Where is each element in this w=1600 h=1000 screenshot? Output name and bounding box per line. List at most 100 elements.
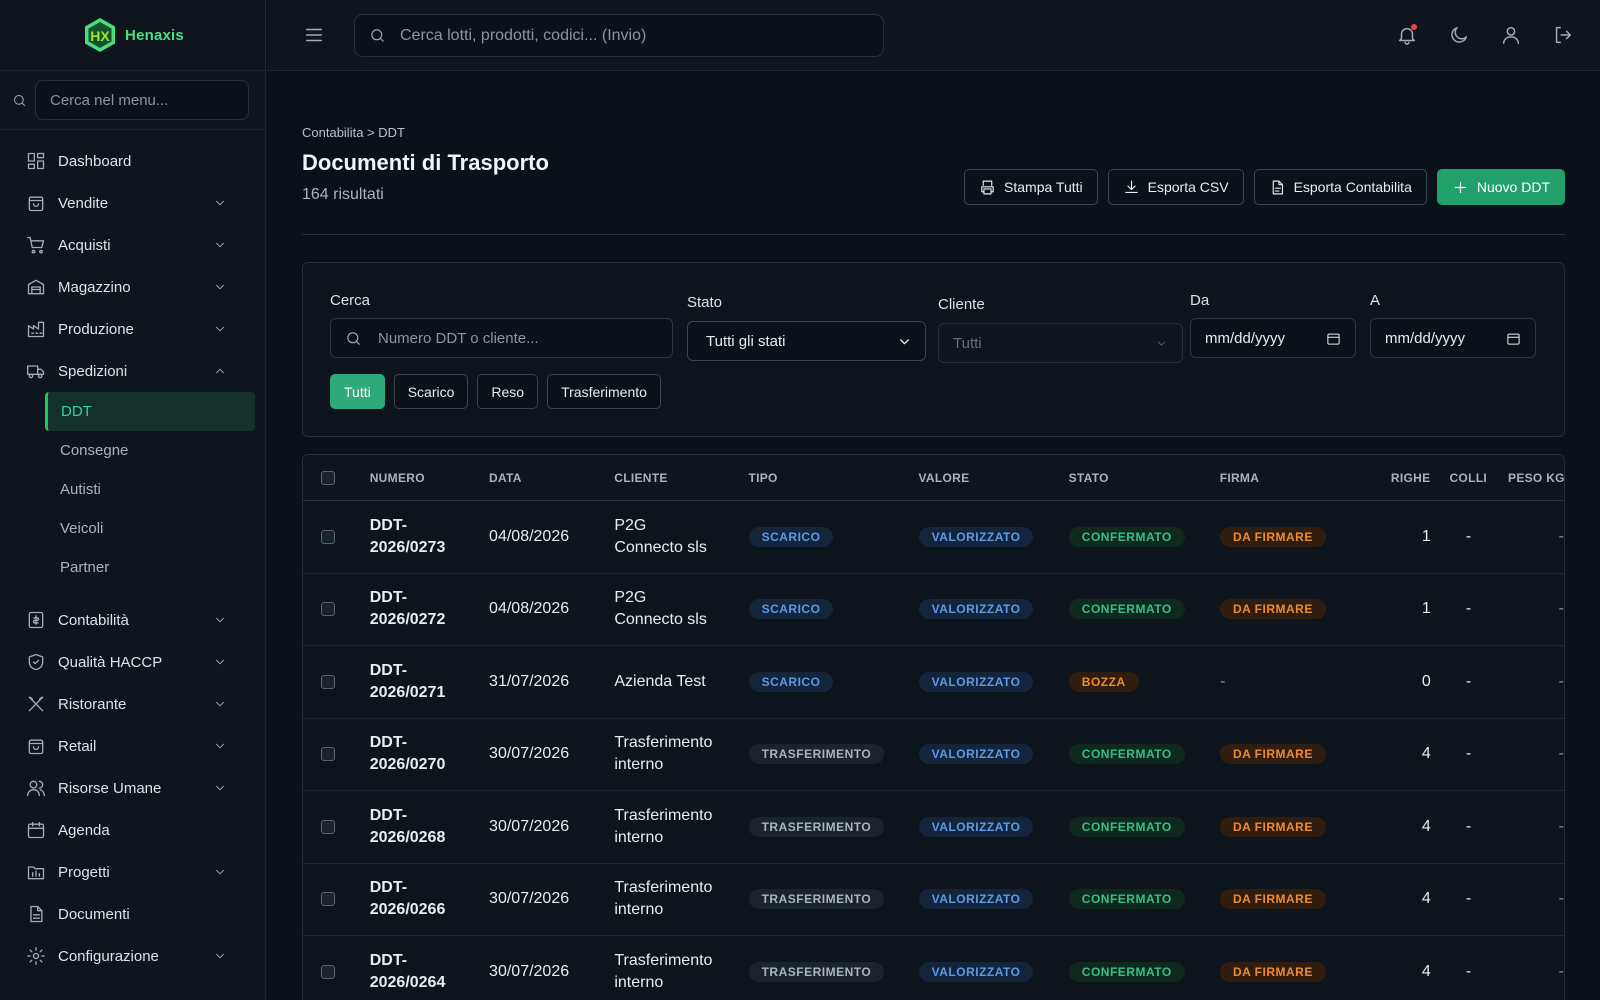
row-checkbox[interactable] — [321, 674, 335, 689]
valore-badge: VALORIZZATO — [918, 671, 1034, 692]
sidebar-subitem-partner[interactable]: Partner — [0, 548, 265, 587]
sidebar-subitem-ddt[interactable]: DDT — [45, 392, 255, 431]
menu-search-input[interactable] — [35, 80, 249, 120]
chevron-down-icon — [900, 338, 909, 344]
sidebar-item-agenda[interactable]: Agenda — [0, 809, 265, 851]
to-date-input[interactable]: mm/dd/yyyy — [1370, 318, 1536, 358]
sidebar-item-produzione[interactable]: Produzione — [0, 308, 265, 350]
ddt-number[interactable]: DDT- 2026/0270 — [370, 732, 489, 776]
table-row[interactable]: DDT- 2026/0272 04/08/2026 P2G Connecto sl… — [303, 574, 1564, 646]
client-select[interactable]: Tutti — [938, 323, 1183, 363]
sidebar-item-dashboard[interactable]: Dashboard — [0, 140, 265, 182]
ddt-number[interactable]: DDT- 2026/0273 — [370, 515, 489, 559]
sidebar-item-documenti[interactable]: Documenti — [0, 893, 265, 935]
ddt-number[interactable]: DDT- 2026/0264 — [370, 950, 489, 994]
row-checkbox[interactable] — [321, 602, 335, 617]
sidebar-item-ristorante[interactable]: Ristorante — [0, 683, 265, 725]
sidebar-item-label: Spedizioni — [58, 362, 128, 380]
notifications-button[interactable] — [1396, 24, 1418, 46]
chevron-down-icon — [216, 701, 224, 707]
row-checkbox[interactable] — [321, 747, 335, 762]
chip-trasferimento[interactable]: Trasferimento — [547, 374, 661, 409]
sidebar-item-spedizioni[interactable]: Spedizioni — [0, 350, 265, 392]
table-row[interactable]: DDT- 2026/0270 30/07/2026 Trasferimento i… — [303, 719, 1564, 791]
print-all-button[interactable]: Stampa Tutti — [964, 169, 1098, 205]
chevron-down-icon — [216, 200, 224, 206]
from-date-input[interactable]: mm/dd/yyyy — [1190, 318, 1356, 358]
export-accounting-button[interactable]: Esporta Contabilita — [1253, 169, 1427, 205]
breadcrumb[interactable]: Contabilita > DDT — [302, 125, 1565, 140]
sidebar-item-retail[interactable]: Retail — [0, 725, 265, 767]
column-header-peso[interactable]: PESO KG — [1504, 471, 1564, 485]
chevron-down-icon — [216, 242, 224, 248]
peso-value: - — [1558, 962, 1564, 980]
menu-search-row — [0, 71, 265, 130]
cliente-line-1: Azienda Test — [614, 672, 706, 690]
file-text-icon — [1272, 180, 1283, 194]
column-header-valore[interactable]: VALORE — [918, 471, 1068, 485]
sidebar-item-magazzino[interactable]: Magazzino — [0, 266, 265, 308]
sidebar-item-haccp[interactable]: Qualità HACCP — [0, 641, 265, 683]
righe-value: 4 — [1421, 962, 1431, 980]
global-search-input[interactable] — [400, 26, 860, 45]
global-search[interactable] — [354, 14, 884, 57]
chip-scarico[interactable]: Scarico — [393, 374, 469, 409]
column-header-colli[interactable]: COLLI — [1432, 471, 1504, 485]
ddt-number[interactable]: DDT- 2026/0266 — [370, 877, 489, 921]
table-row[interactable]: DDT- 2026/0268 30/07/2026 Trasferimento i… — [303, 791, 1564, 864]
column-header-righe[interactable]: RIGHE — [1359, 471, 1433, 485]
sidebar-item-vendite[interactable]: Vendite — [0, 182, 265, 224]
sidebar-item-progetti[interactable]: Progetti — [0, 851, 265, 893]
row-checkbox[interactable] — [321, 529, 335, 544]
moon-icon[interactable] — [1448, 24, 1470, 46]
row-checkbox[interactable] — [321, 819, 335, 834]
table-row[interactable]: DDT- 2026/0271 31/07/2026 Azienda Test S… — [303, 646, 1564, 719]
app-logo[interactable]: HX Henaxis — [0, 0, 265, 71]
status-select[interactable]: Tutti gli stati — [687, 321, 926, 361]
factory-icon — [27, 321, 45, 338]
logout-icon[interactable] — [1552, 24, 1574, 46]
table-row[interactable]: DDT- 2026/0266 30/07/2026 Trasferimento i… — [303, 864, 1564, 936]
search-filter-input[interactable]: Numero DDT o cliente... — [330, 318, 673, 358]
hamburger-menu-icon[interactable] — [303, 24, 325, 46]
chip-reso[interactable]: Reso — [477, 374, 539, 409]
column-header-cliente[interactable]: CLIENTE — [614, 471, 748, 485]
new-ddt-button[interactable]: Nuovo DDT — [1436, 169, 1565, 205]
calendar-icon[interactable] — [1326, 331, 1341, 346]
column-header-data[interactable]: DATA — [489, 471, 614, 485]
sidebar-subitem-veicoli[interactable]: Veicoli — [0, 509, 265, 548]
row-checkbox[interactable] — [321, 892, 335, 907]
calendar-icon[interactable] — [1506, 331, 1521, 346]
column-header-firma[interactable]: FIRMA — [1220, 471, 1359, 485]
chip-tutti[interactable]: Tutti — [330, 374, 385, 409]
ddt-date: 30/07/2026 — [489, 817, 570, 835]
cliente-line-2: interno — [614, 756, 664, 774]
select-all-checkbox[interactable] — [321, 470, 335, 485]
sidebar-subitem-consegne[interactable]: Consegne — [0, 431, 265, 470]
user-icon[interactable] — [1500, 24, 1522, 46]
sidebar-item-label: Vendite — [58, 194, 109, 212]
ddt-number[interactable]: DDT- 2026/0272 — [370, 587, 489, 631]
column-header-numero[interactable]: NUMERO — [370, 471, 489, 485]
ddt-number[interactable]: DDT- 2026/0271 — [370, 660, 489, 704]
ddt-number[interactable]: DDT- 2026/0268 — [370, 805, 489, 849]
sidebar-item-acquisti[interactable]: Acquisti — [0, 224, 265, 266]
sidebar-nav: Dashboard Vendite Acquisti Magazzino Pro… — [0, 130, 265, 977]
table-row[interactable]: DDT- 2026/0273 04/08/2026 P2G Connecto sl… — [303, 501, 1564, 574]
sidebar-item-contabilita[interactable]: Contabilità — [0, 599, 265, 641]
ddt-number-prefix: DDT- — [369, 589, 408, 607]
tipo-badge: SCARICO — [748, 599, 834, 620]
colli-value: - — [1465, 600, 1472, 618]
column-header-tipo[interactable]: TIPO — [748, 471, 918, 485]
row-checkbox[interactable] — [321, 964, 335, 979]
sidebar-item-label: Qualità HACCP — [58, 653, 163, 671]
from-date-label: Da — [1190, 292, 1210, 309]
column-header-stato[interactable]: STATO — [1069, 471, 1220, 485]
ddt-client: P2G Connecto sls — [614, 587, 748, 631]
sidebar-subitem-autisti[interactable]: Autisti — [0, 470, 265, 509]
table-row[interactable]: DDT- 2026/0264 30/07/2026 Trasferimento i… — [303, 936, 1564, 1000]
righe-value: 4 — [1421, 745, 1431, 763]
sidebar-item-configurazione[interactable]: Configurazione — [0, 935, 265, 977]
export-csv-button[interactable]: Esporta CSV — [1107, 169, 1244, 205]
sidebar-item-risorse-umane[interactable]: Risorse Umane — [0, 767, 265, 809]
